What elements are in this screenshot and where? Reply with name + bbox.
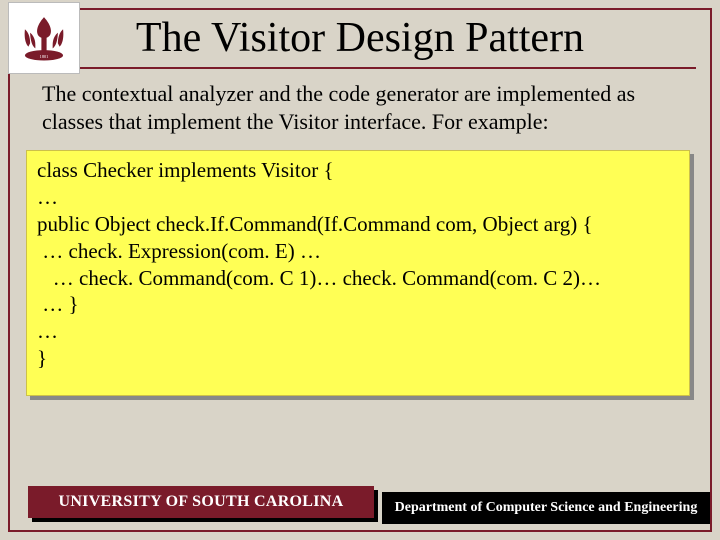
slide-title: The Visitor Design Pattern xyxy=(0,14,720,62)
code-box: class Checker implements Visitor { … pub… xyxy=(26,150,690,396)
svg-text:1801: 1801 xyxy=(40,54,49,59)
code-line: … xyxy=(37,318,679,345)
code-line: } xyxy=(37,345,679,372)
code-line: class Checker implements Visitor { xyxy=(37,157,679,184)
title-underline xyxy=(42,67,696,69)
code-line: … xyxy=(37,184,679,211)
code-line: public Object check.If.Command(If.Comman… xyxy=(37,211,679,238)
footer-department: Department of Computer Science and Engin… xyxy=(382,492,710,524)
intro-text: The contextual analyzer and the code gen… xyxy=(42,80,678,135)
code-line: … check. Expression(com. E) … xyxy=(37,238,679,265)
university-logo: 1801 xyxy=(8,2,80,74)
code-line: … check. Command(com. C 1)… check. Comma… xyxy=(37,265,679,292)
code-line: … } xyxy=(37,291,679,318)
footer-university: UNIVERSITY OF SOUTH CAROLINA xyxy=(28,486,374,518)
